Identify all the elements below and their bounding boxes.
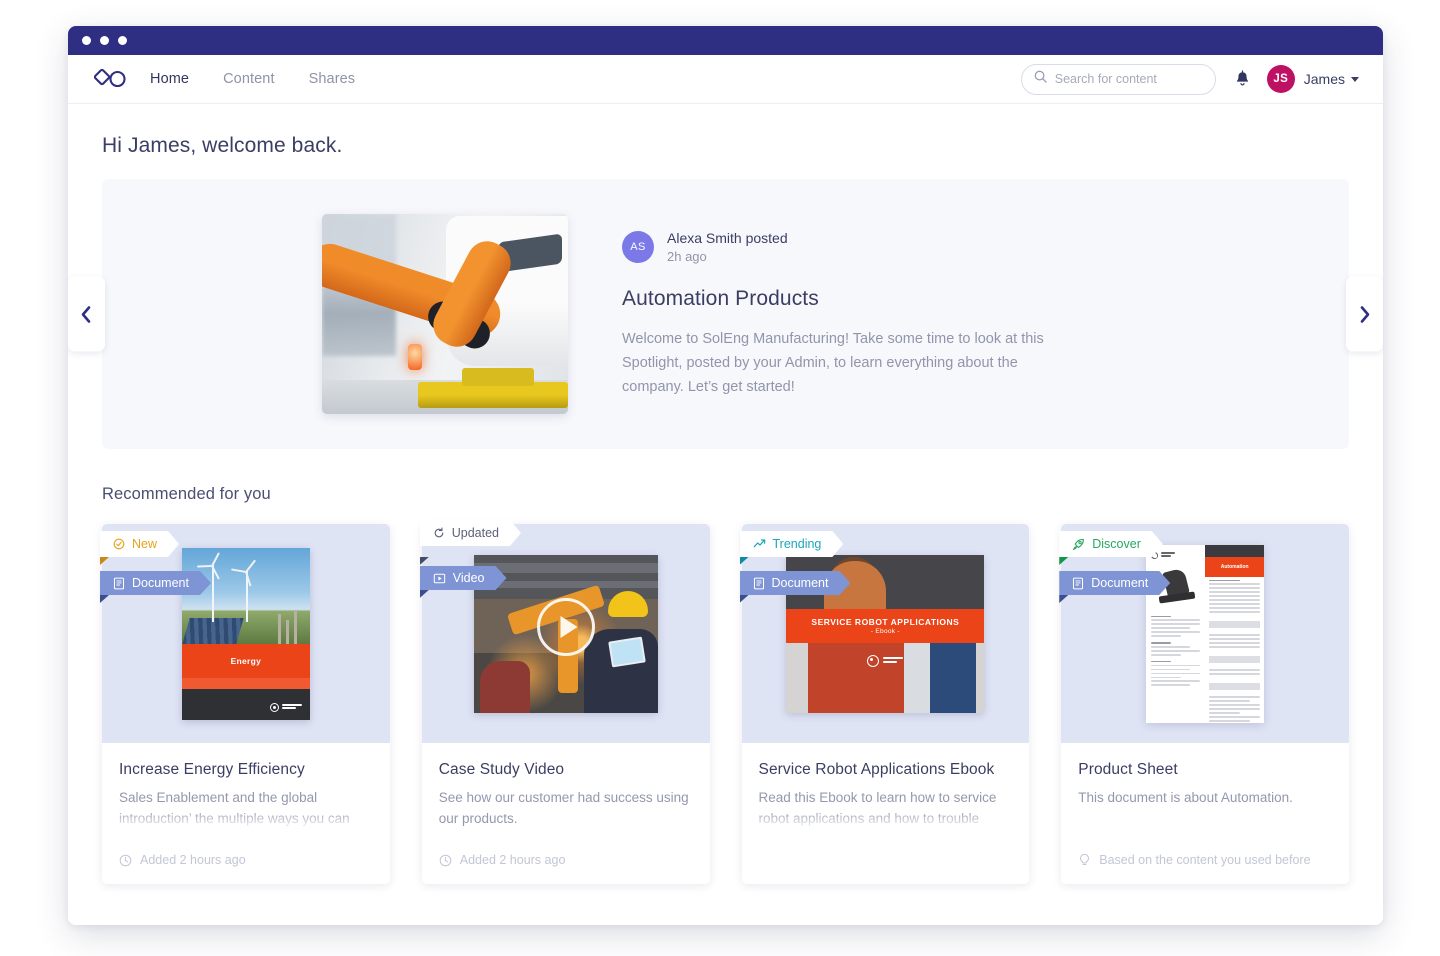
ebook-cover-subtitle: - Ebook - [870, 627, 900, 635]
sheet-cover-title: Automation [1220, 563, 1249, 570]
poster-avatar: AS [622, 231, 654, 264]
page-content: Hi James, welcome back. AS Alexa Smith p… [68, 104, 1383, 925]
nav-link-home[interactable]: Home [150, 71, 189, 87]
document-icon [113, 577, 125, 590]
status-ribbon: Trending [740, 531, 844, 557]
lightbulb-icon [1078, 853, 1091, 867]
content-card[interactable]: New Document Energy Increase Energy Effi… [100, 524, 390, 884]
card-body: Increase Energy Efficiency Sales Enablem… [102, 743, 390, 853]
poster-timestamp: 2h ago [667, 249, 707, 265]
card-title[interactable]: Increase Energy Efficiency [119, 761, 373, 779]
card-description: Sales Enablement and the global introduc… [119, 790, 350, 826]
card-body: Service Robot Applications Ebook Read th… [742, 743, 1030, 867]
top-navigation-bar: Home Content Shares JS James [68, 55, 1383, 104]
clock-icon [439, 854, 452, 867]
content-type-label: Document [132, 576, 189, 590]
status-label: Discover [1092, 537, 1141, 551]
content-type-label: Document [771, 576, 829, 590]
card-meta: Based on the content you used before [1061, 853, 1349, 884]
poster-name: Alexa Smith posted [667, 230, 788, 247]
card-body: Case Study Video See how our customer ha… [422, 743, 710, 853]
rocket-icon [1072, 538, 1085, 551]
card-meta [742, 867, 1030, 884]
chevron-down-icon[interactable] [1351, 76, 1359, 82]
carousel-prev-button[interactable] [68, 276, 105, 352]
spotlight-body: AS Alexa Smith posted 2h ago Automation … [622, 229, 1052, 399]
content-card[interactable]: Discover Document Automation Product She… [1059, 524, 1349, 884]
user-name-label[interactable]: James [1304, 71, 1345, 87]
brand-watermark-icon [269, 702, 302, 712]
infinity-logo-icon[interactable] [93, 68, 128, 90]
document-icon [1072, 577, 1084, 590]
chevron-right-icon [1360, 305, 1370, 323]
window-maximize-dot[interactable] [118, 36, 127, 45]
content-type-badge: Video [420, 566, 507, 590]
play-box-icon [433, 572, 446, 585]
page-title: Hi James, welcome back. [102, 134, 343, 157]
chevron-left-icon [81, 305, 91, 323]
content-type-label: Video [452, 571, 485, 585]
card-title[interactable]: Case Study Video [439, 761, 693, 779]
card-title[interactable]: Service Robot Applications Ebook [759, 761, 1013, 779]
nav-link-content[interactable]: Content [223, 71, 275, 87]
spotlight-carousel: AS Alexa Smith posted 2h ago Automation … [68, 179, 1383, 449]
search-input[interactable] [1054, 72, 1205, 86]
content-type-badge: Document [100, 571, 211, 595]
recommended-card-list: New Document Energy Increase Energy Effi… [100, 524, 1349, 884]
card-description: See how our customer had success using o… [438, 790, 689, 826]
bell-icon[interactable] [1234, 70, 1251, 88]
card-meta-text: Added 2 hours ago [459, 853, 566, 867]
search-icon [1034, 70, 1047, 88]
browser-window: Home Content Shares JS James Hi J [68, 26, 1383, 925]
content-type-badge: Document [1059, 571, 1170, 595]
window-minimize-dot[interactable] [100, 36, 109, 45]
card-meta-text: Based on the content you used before [1099, 853, 1311, 867]
carousel-next-button[interactable] [1346, 276, 1383, 352]
spotlight-description: Welcome to SolEng Manufacturing! Take so… [622, 330, 1044, 395]
trend-up-icon [753, 538, 766, 550]
recommended-heading: Recommended for you [102, 485, 271, 503]
refresh-icon [433, 527, 445, 539]
status-ribbon: New [100, 531, 179, 557]
product-sheet-thumbnail: Automation [1146, 544, 1265, 723]
check-circle-icon [113, 538, 125, 550]
cover-title: Energy [230, 655, 262, 666]
status-ribbon: Discover [1059, 531, 1163, 557]
brand-watermark-icon [867, 654, 904, 667]
status-label: Updated [451, 526, 500, 540]
status-ribbon: Updated [420, 520, 521, 546]
status-label: New [132, 537, 158, 551]
spotlight-image[interactable] [322, 214, 568, 414]
window-close-dot[interactable] [82, 36, 91, 45]
card-meta: Added 2 hours ago [102, 853, 390, 884]
nav-link-shares[interactable]: Shares [309, 71, 356, 87]
robot-photo [322, 214, 568, 414]
card-body: Product Sheet This document is about Aut… [1061, 743, 1349, 853]
status-label: Trending [772, 537, 822, 551]
spotlight-title[interactable]: Automation Products [622, 287, 1052, 311]
card-meta: Added 2 hours ago [422, 853, 710, 884]
card-thumbnail[interactable] [421, 524, 710, 743]
card-title[interactable]: Product Sheet [1078, 761, 1332, 779]
search-box[interactable] [1020, 63, 1216, 95]
ebook-cover-title: SERVICE ROBOT APPLICATIONS [811, 616, 960, 627]
window-titlebar [68, 26, 1383, 55]
content-type-badge: Document [740, 571, 851, 595]
card-description: Read this Ebook to learn how to service … [758, 790, 997, 826]
content-card[interactable]: Trending Document SERVICE ROBOT APPLICAT… [739, 524, 1030, 884]
clock-icon [119, 854, 132, 867]
card-description: This document is about Automation. [1078, 790, 1293, 805]
content-card[interactable]: Updated Video Case Study Video See how o… [419, 524, 710, 884]
document-icon [753, 577, 765, 590]
user-avatar[interactable]: JS [1266, 65, 1295, 93]
content-type-label: Document [1091, 576, 1149, 590]
spotlight-poster: AS Alexa Smith posted 2h ago [622, 229, 1052, 265]
card-meta-text: Added 2 hours ago [140, 853, 246, 867]
